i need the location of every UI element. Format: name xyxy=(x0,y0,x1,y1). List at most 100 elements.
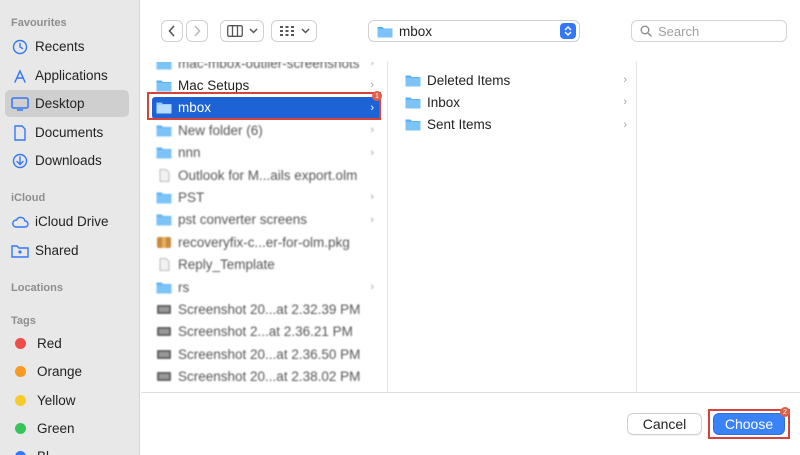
sidebar-item-icloud-drive[interactable]: iCloud Drive xyxy=(5,208,129,235)
list-item[interactable]: Screenshot 2...at 2.36.21 PM xyxy=(152,321,380,343)
chevron-right-icon: › xyxy=(370,281,374,293)
toolbar: mbox xyxy=(141,0,800,62)
folder-icon xyxy=(156,192,172,204)
list-item-label: PST xyxy=(178,189,205,205)
list-item[interactable]: PST › xyxy=(152,186,380,208)
sidebar-tag-red[interactable]: Red xyxy=(5,330,129,357)
list-item[interactable]: recoveryfix-c...er-for-olm.pkg xyxy=(152,231,380,253)
list-item-label: nnn xyxy=(178,145,201,161)
sidebar-item-label: Green xyxy=(37,421,75,436)
image-file-icon xyxy=(157,304,171,314)
sidebar-tag-yellow[interactable]: Yellow xyxy=(5,387,129,414)
sidebar: Favourites Recents Applications Desktop … xyxy=(0,0,140,455)
sidebar-item-label: Orange xyxy=(37,364,83,379)
list-item-label: Outlook for M...ails export.olm xyxy=(178,167,358,183)
list-item-label: pst converter screens xyxy=(178,212,308,228)
blue-tag-dot-icon xyxy=(15,451,26,455)
package-icon xyxy=(157,236,171,248)
list-item[interactable]: Screenshot 20...at 2.36.50 PM xyxy=(152,343,380,365)
search-input[interactable] xyxy=(658,23,778,39)
sidebar-tag-green[interactable]: Green xyxy=(5,415,129,442)
list-item[interactable]: rs › xyxy=(152,276,380,298)
favourites-header: Favourites xyxy=(11,17,67,29)
tags-header: Tags xyxy=(11,315,36,327)
chevron-right-icon: › xyxy=(623,96,627,109)
back-button[interactable] xyxy=(161,20,183,42)
applications-icon xyxy=(11,67,29,85)
folder-icon xyxy=(405,75,421,86)
icloud-header: iCloud xyxy=(11,192,46,204)
sidebar-item-shared[interactable]: Shared xyxy=(5,237,129,264)
chevron-down-icon xyxy=(300,28,310,34)
folder-icon xyxy=(156,147,172,159)
list-item[interactable]: pst converter screens › xyxy=(152,209,380,231)
list-item[interactable]: Inbox › xyxy=(401,91,633,113)
list-item-label: recoveryfix-c...er-for-olm.pkg xyxy=(178,234,350,250)
column-view-icon xyxy=(226,25,243,37)
highlight-annotation xyxy=(147,92,381,120)
folder-icon xyxy=(156,80,172,92)
forward-button[interactable] xyxy=(186,20,208,42)
sidebar-item-desktop[interactable]: Desktop xyxy=(5,90,129,117)
chevron-right-icon: › xyxy=(623,74,627,86)
folder-icon xyxy=(377,26,393,37)
sidebar-item-label: Desktop xyxy=(35,96,85,111)
choose-button[interactable]: Choose xyxy=(713,413,785,435)
sidebar-tag-blue[interactable]: Bl xyxy=(5,443,129,455)
folder-icon xyxy=(405,119,421,131)
sidebar-tag-orange[interactable]: Orange xyxy=(5,358,129,385)
search-field[interactable] xyxy=(631,20,787,42)
group-by-button[interactable] xyxy=(271,20,317,42)
sidebar-item-downloads[interactable]: Downloads xyxy=(5,147,129,174)
list-item[interactable]: Sent Items › xyxy=(401,114,633,136)
location-label: mbox xyxy=(399,23,433,39)
popup-stepper-icon xyxy=(560,23,576,39)
desktop-icon xyxy=(11,95,29,113)
cancel-button[interactable]: Cancel xyxy=(627,413,702,435)
sidebar-item-label: Red xyxy=(37,336,62,351)
chevron-right-icon: › xyxy=(623,118,627,131)
file-chooser-dialog: Favourites Recents Applications Desktop … xyxy=(0,0,800,455)
list-item[interactable]: mac-mbox-outlier-screenshots › xyxy=(152,62,380,74)
list-item[interactable]: Deleted Items › xyxy=(401,69,633,91)
folder-icon xyxy=(156,214,172,226)
list-item-label: Screenshot 2...at 2.36.21 PM xyxy=(178,324,353,340)
chevron-right-icon: › xyxy=(370,124,374,137)
clock-icon xyxy=(11,38,29,56)
browser-column-mbox[interactable]: Deleted Items › Inbox › Sent Items › xyxy=(389,62,637,392)
sidebar-item-label: iCloud Drive xyxy=(35,214,109,229)
image-file-icon xyxy=(157,372,171,382)
sidebar-item-recents[interactable]: Recents xyxy=(5,33,129,60)
list-item-label: Screenshot 20...at 2.32.39 PM xyxy=(178,301,361,317)
sidebar-item-label: Bl xyxy=(37,449,49,455)
download-icon xyxy=(11,152,29,170)
file-icon xyxy=(159,168,170,182)
sidebar-item-applications[interactable]: Applications xyxy=(5,62,129,89)
folder-icon xyxy=(405,97,421,109)
orange-tag-dot-icon xyxy=(15,366,26,377)
sidebar-item-label: Shared xyxy=(35,243,79,258)
dialog-footer: Cancel Choose 2 xyxy=(141,392,800,455)
location-popup[interactable]: mbox xyxy=(368,20,580,42)
yellow-tag-dot-icon xyxy=(15,395,26,406)
list-item[interactable]: Reply_Template xyxy=(152,254,380,276)
chevron-right-icon: › xyxy=(370,146,374,159)
list-item[interactable]: New folder (6) › xyxy=(152,119,380,141)
sidebar-item-label: Applications xyxy=(35,68,108,83)
list-item[interactable]: Screenshot 20...at 2.38.02 PM xyxy=(152,366,380,388)
search-icon xyxy=(640,25,652,37)
list-item-label: mac-mbox-outlier-screenshots xyxy=(178,62,360,71)
browser-column-empty xyxy=(638,62,800,392)
list-item[interactable]: nnn › xyxy=(152,142,380,164)
list-item[interactable]: Screenshot 20...at 2.32.39 PM xyxy=(152,298,380,320)
list-item[interactable]: Outlook for M...ails export.olm xyxy=(152,164,380,186)
cloud-icon xyxy=(11,213,29,231)
step-badge: 2 xyxy=(780,407,790,417)
sidebar-item-documents[interactable]: Documents xyxy=(5,119,129,146)
chevron-right-icon: › xyxy=(370,213,374,226)
sidebar-item-label: Documents xyxy=(35,125,104,140)
view-mode-button[interactable] xyxy=(220,20,264,42)
chevron-right-icon: › xyxy=(370,62,374,69)
image-file-icon xyxy=(157,349,171,359)
grid-icon xyxy=(279,26,294,36)
